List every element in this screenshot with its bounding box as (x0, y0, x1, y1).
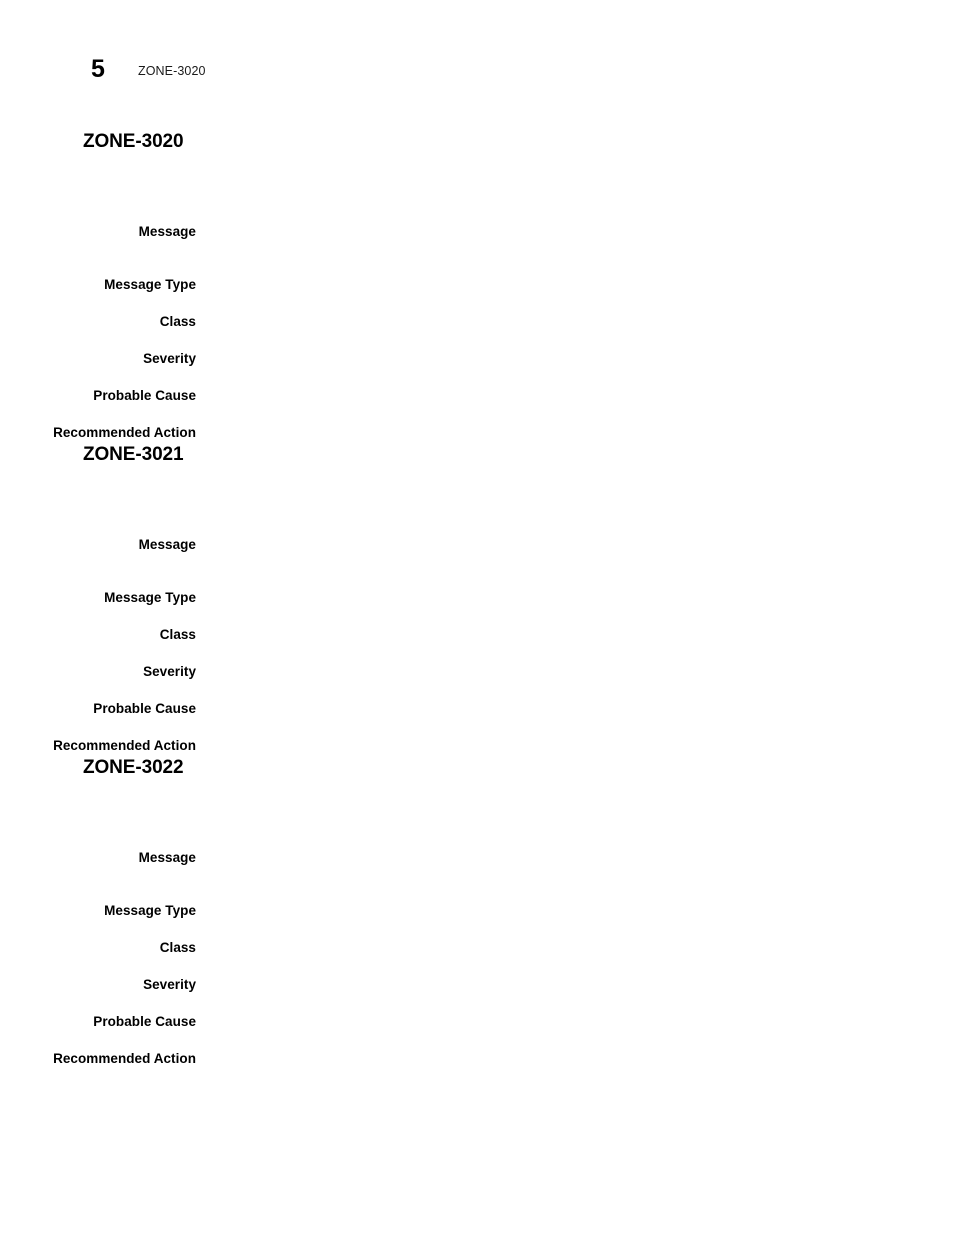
field-label: Message (138, 224, 196, 239)
page-number: 5 (91, 55, 105, 83)
field-value (212, 223, 912, 241)
field-value (212, 589, 912, 607)
field-label: Severity (143, 977, 196, 992)
section-heading: ZONE-3021 (83, 444, 184, 465)
section-heading: ZONE-3022 (83, 757, 184, 778)
field-label: Message (138, 850, 196, 865)
field-value (212, 350, 912, 368)
field-value (212, 1050, 912, 1068)
field-value (212, 424, 912, 442)
field-label: Recommended Action (53, 425, 196, 440)
field-value (212, 626, 912, 644)
field-value (212, 902, 912, 920)
field-label: Message Type (104, 277, 196, 292)
field-label: Probable Cause (93, 701, 196, 716)
field-label: Probable Cause (93, 388, 196, 403)
field-value (212, 313, 912, 331)
field-value (212, 737, 912, 755)
field-label: Recommended Action (53, 1051, 196, 1066)
field-label: Message (138, 537, 196, 552)
field-label: Class (159, 314, 196, 329)
field-value (212, 939, 912, 957)
running-head: ZONE-3020 (138, 64, 206, 78)
field-label: Severity (143, 664, 196, 679)
field-label: Class (159, 940, 196, 955)
field-value (212, 536, 912, 554)
field-label: Message Type (104, 590, 196, 605)
field-value (212, 700, 912, 718)
field-label: Message Type (104, 903, 196, 918)
field-value (212, 387, 912, 405)
field-value (212, 849, 912, 867)
field-value (212, 276, 912, 294)
field-label: Recommended Action (53, 738, 196, 753)
page-header: 5 ZONE-3020 (0, 55, 954, 88)
field-label: Probable Cause (93, 1014, 196, 1029)
section-heading: ZONE-3020 (83, 131, 184, 152)
field-value (212, 663, 912, 681)
field-value (212, 1013, 912, 1031)
field-value (212, 976, 912, 994)
field-label: Class (159, 627, 196, 642)
field-label: Severity (143, 351, 196, 366)
